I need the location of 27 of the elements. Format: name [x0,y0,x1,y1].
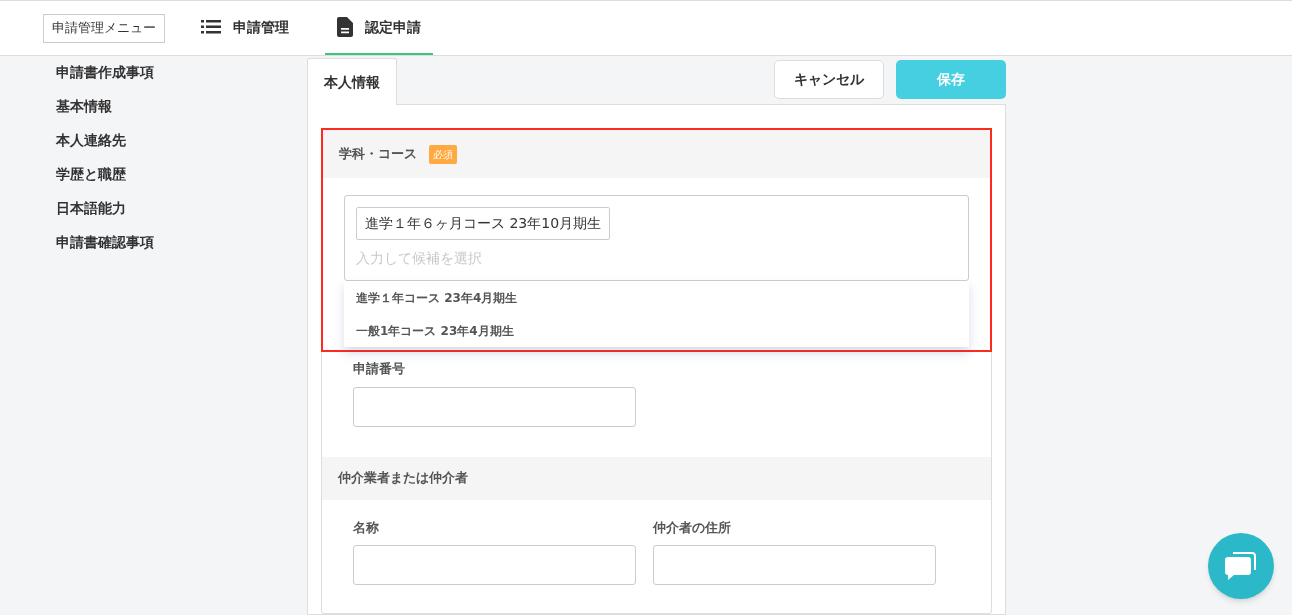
input-field[interactable] [353,545,636,585]
menu-button[interactable]: 申請管理メニュー [43,13,165,43]
sidebar-item[interactable]: 学歴と職歴 [56,164,307,184]
sidebar-item[interactable]: 基本情報 [56,96,307,116]
section-title: 学科・コース [339,145,417,164]
chat-bubble-icon [1224,550,1258,582]
sidebar-item[interactable]: 申請書作成事項 [56,62,307,82]
nav-tab[interactable]: 認定申請 [325,1,433,55]
field-label: 申請番号 [353,360,406,378]
sidebar-item[interactable]: 申請書確認事項 [56,232,307,252]
input-field[interactable] [653,545,936,585]
nav-tab[interactable]: 申請管理 [189,1,301,55]
selected-tag[interactable]: 進学１年６ヶ月コース 23年10月期生 [356,207,611,240]
input-field[interactable] [353,386,636,427]
sidebar-item[interactable]: 本人連絡先 [56,130,307,150]
field-label: 仲介者の住所 [653,518,732,537]
suggestion-item[interactable]: 進学１年コース 23年4月期生 [344,281,969,314]
list-icon [201,20,221,34]
chat-button[interactable] [1208,533,1274,599]
cancel-button[interactable]: キャンセル [774,60,884,99]
required-badge: 必須 [429,144,457,164]
suggestion-item[interactable]: 一般1年コース 23年4月期生 [344,314,969,347]
section-title: 仲介業者または仲介者 [338,469,468,488]
field-label: 名称 [353,518,380,537]
document-icon [337,17,353,37]
sidebar-item[interactable]: 日本語能力 [56,198,307,218]
tab[interactable]: 本人情報 [307,58,397,105]
